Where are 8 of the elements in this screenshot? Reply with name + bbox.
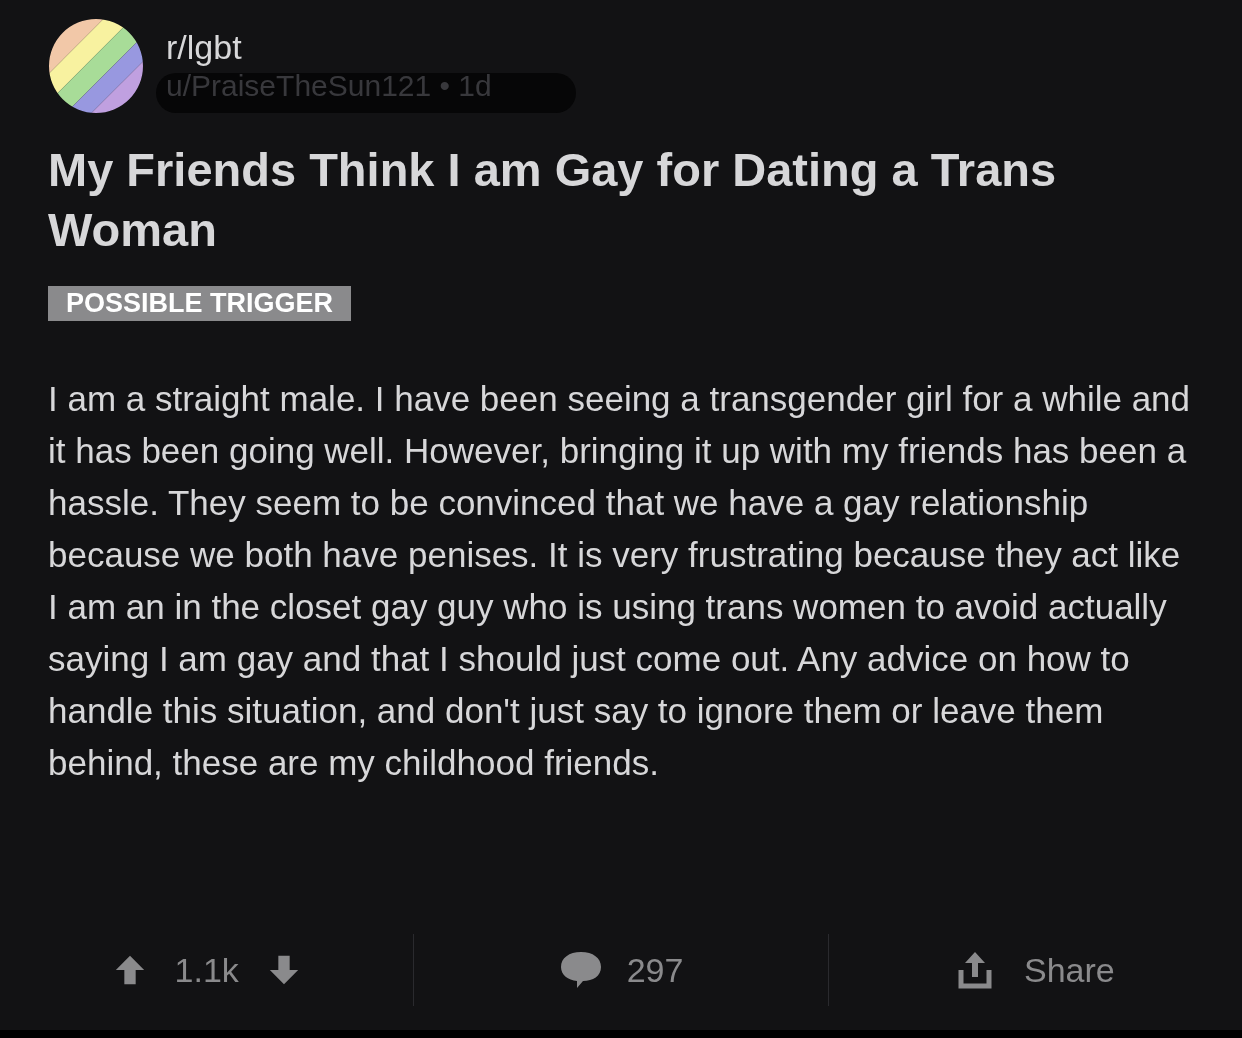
comments-button[interactable]: 297 — [414, 934, 829, 1006]
flair-tag: POSSIBLE TRIGGER — [48, 286, 352, 321]
post-body: I am a straight male. I have been seeing a transgender girl for a while and it has been going well. However, bringing it up with my friends has been a hassle. They seem to be convinced that we have a gay relationship because we both have penises. It is very frustrating because they act like I am an in the closet gay guy who is using trans women to avoid actually saying I am gay and that I should just come out. Any advice on how to handle this situation, and don't just say to ignore them or leave them behind, these are my childhood friends. — [48, 378, 1192, 784]
share-button[interactable]: Share — [828, 934, 1242, 1006]
subreddit-link[interactable]: r/lgbt — [166, 27, 492, 67]
vote-score: 1.1k — [174, 949, 239, 991]
speech-bubble-icon — [558, 950, 603, 990]
post-title: My Friends Think I am Gay for Dating a Trans Woman — [48, 142, 1058, 258]
